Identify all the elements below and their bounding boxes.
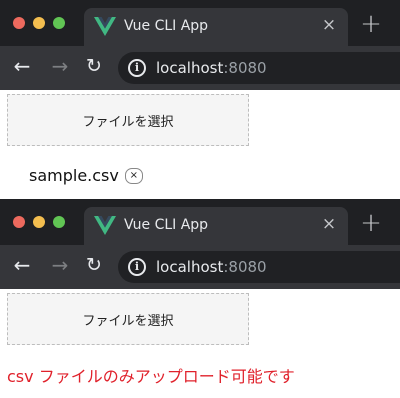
info-icon[interactable]: i <box>128 258 146 276</box>
browser-toolbar: ← → ↻ i localhost:8080 <box>0 245 400 289</box>
selected-file-chip: sample.csv × <box>29 166 143 185</box>
url-host: localhost <box>156 258 224 276</box>
window-minimize-dot[interactable] <box>33 216 45 228</box>
tab-title: Vue CLI App <box>124 18 209 34</box>
window-close-dot[interactable] <box>13 17 25 29</box>
browser-window-error: Vue CLI App × + ← → ↻ i localhost:8080 フ… <box>0 199 400 398</box>
url-text[interactable]: localhost:8080 <box>156 258 267 276</box>
browser-toolbar: ← → ↻ i localhost:8080 <box>0 46 400 90</box>
reload-icon[interactable]: ↻ <box>82 253 106 277</box>
reload-icon[interactable]: ↻ <box>82 54 106 78</box>
window-minimize-dot[interactable] <box>33 17 45 29</box>
error-message: csv ファイルのみアップロード可能です <box>7 367 295 386</box>
browser-tab[interactable]: Vue CLI App × <box>84 207 348 245</box>
selected-file-name: sample.csv <box>29 166 119 185</box>
address-bar[interactable]: i localhost:8080 <box>118 251 400 283</box>
window-close-dot[interactable] <box>13 216 25 228</box>
plus-icon[interactable]: + <box>360 210 382 236</box>
back-arrow-icon[interactable]: ← <box>10 253 34 277</box>
window-zoom-dot[interactable] <box>53 17 65 29</box>
address-bar[interactable]: i localhost:8080 <box>118 52 400 84</box>
url-host: localhost <box>156 59 224 77</box>
tab-strip: Vue CLI App × + <box>0 0 400 46</box>
remove-file-button[interactable]: × <box>124 167 143 184</box>
back-arrow-icon[interactable]: ← <box>10 54 34 78</box>
forward-arrow-icon[interactable]: → <box>48 54 72 78</box>
browser-window-file-selected: Vue CLI App × + ← → ↻ i localhost:8080 フ… <box>0 0 400 199</box>
close-icon[interactable]: × <box>320 215 338 233</box>
url-port: :8080 <box>223 59 267 77</box>
page-content: ファイルを選択 csv ファイルのみアップロード可能です <box>0 289 400 398</box>
plus-icon[interactable]: + <box>360 11 382 37</box>
url-port: :8080 <box>223 258 267 276</box>
forward-arrow-icon[interactable]: → <box>48 253 72 277</box>
tab-title: Vue CLI App <box>124 217 209 233</box>
info-icon[interactable]: i <box>128 59 146 77</box>
close-icon[interactable]: × <box>320 16 338 34</box>
vue-logo-icon <box>94 216 116 235</box>
page-content: ファイルを選択 sample.csv × <box>0 90 400 199</box>
tab-strip: Vue CLI App × + <box>0 199 400 245</box>
file-select-button[interactable]: ファイルを選択 <box>7 94 249 146</box>
browser-tab[interactable]: Vue CLI App × <box>84 8 348 46</box>
url-text[interactable]: localhost:8080 <box>156 59 267 77</box>
vue-logo-icon <box>94 17 116 36</box>
window-zoom-dot[interactable] <box>53 216 65 228</box>
file-select-button[interactable]: ファイルを選択 <box>7 293 249 345</box>
